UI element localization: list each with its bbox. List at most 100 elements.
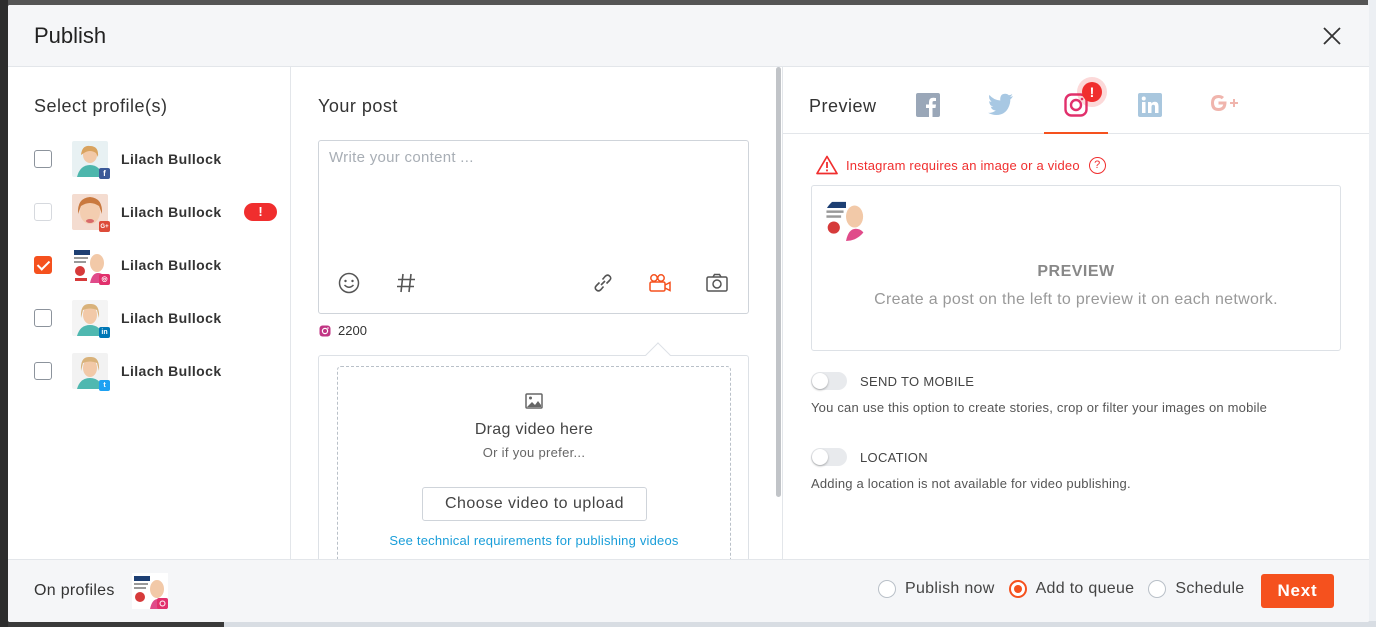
video-camera-icon bbox=[649, 274, 671, 292]
link-button[interactable] bbox=[590, 270, 616, 296]
background-app-strip bbox=[0, 0, 8, 627]
radio-button[interactable] bbox=[878, 580, 896, 598]
warning-text: Instagram requires an image or a video bbox=[846, 157, 1080, 173]
camera-icon bbox=[706, 273, 728, 292]
profile-checkbox[interactable] bbox=[34, 203, 52, 221]
profile-name: Lilach Bullock bbox=[121, 257, 222, 273]
send-to-mobile-label: SEND TO MOBILE bbox=[860, 373, 975, 389]
avatar: G+ bbox=[72, 194, 110, 232]
profiles-title: Select profile(s) bbox=[34, 96, 168, 116]
emoji-button[interactable] bbox=[336, 270, 362, 296]
linkedin-icon: in bbox=[99, 327, 110, 338]
alert-icon: ! bbox=[1082, 82, 1102, 102]
link-icon bbox=[594, 274, 612, 292]
upload-card-caret bbox=[645, 342, 671, 368]
send-to-mobile-toggle[interactable] bbox=[811, 372, 847, 390]
preview-header: Preview ! bbox=[783, 67, 1369, 134]
background-app-strip bbox=[1368, 0, 1376, 627]
send-to-mobile-row: SEND TO MOBILE bbox=[811, 372, 974, 390]
google-plus-icon: G+ bbox=[99, 221, 110, 232]
tab-twitter[interactable] bbox=[969, 87, 1033, 134]
publish-mode-options: Publish now Add to queue Schedule bbox=[878, 580, 1259, 598]
publish-now-option[interactable]: Publish now bbox=[878, 580, 995, 598]
video-upload-card: Drag video here Or if you prefer... Choo… bbox=[318, 342, 749, 576]
profile-photo bbox=[132, 573, 168, 609]
next-button[interactable]: Next bbox=[1261, 574, 1334, 608]
help-icon[interactable]: ? bbox=[1088, 156, 1106, 174]
post-panel-scrollbar[interactable] bbox=[776, 67, 781, 497]
profile-name: Lilach Bullock bbox=[121, 363, 222, 379]
profile-photo bbox=[824, 197, 868, 241]
option-label: Add to queue bbox=[1035, 580, 1135, 597]
dialog-footer: On profiles Publish now Add to queue Sch… bbox=[8, 559, 1369, 622]
profile-item-facebook[interactable]: f Lilach Bullock bbox=[34, 139, 284, 179]
close-button[interactable] bbox=[1323, 27, 1341, 45]
post-panel: Your post Write your content ... 2200 Dr… bbox=[292, 67, 774, 576]
avatar: t bbox=[72, 353, 110, 391]
choose-video-button[interactable]: Choose video to upload bbox=[422, 487, 647, 521]
profile-checkbox[interactable] bbox=[34, 309, 52, 327]
emoji-icon bbox=[338, 272, 360, 294]
send-to-mobile-description: You can use this option to create storie… bbox=[811, 400, 1268, 415]
location-label: LOCATION bbox=[860, 449, 928, 465]
profile-checkbox[interactable] bbox=[34, 256, 52, 274]
location-row: LOCATION bbox=[811, 448, 928, 466]
profile-item-linkedin[interactable]: in Lilach Bullock bbox=[34, 298, 284, 338]
radio-button[interactable] bbox=[1148, 580, 1167, 598]
profiles-panel: Select profile(s) f Lilach Bullock G+ Li… bbox=[8, 67, 291, 559]
preview-card-text: Create a post on the left to preview it … bbox=[874, 291, 1278, 308]
post-placeholder: Write your content ... bbox=[329, 149, 474, 166]
radio-button[interactable] bbox=[1008, 580, 1027, 598]
instagram-alert-badge: ! bbox=[1077, 77, 1107, 107]
profile-item-google-plus[interactable]: G+ Lilach Bullock ! bbox=[34, 192, 284, 232]
instagram-warning: Instagram requires an image or a video ? bbox=[816, 155, 1106, 175]
tab-instagram[interactable]: ! bbox=[1044, 77, 1108, 134]
dialog-header: Publish bbox=[8, 5, 1369, 67]
dropzone-title: Drag video here bbox=[474, 421, 594, 438]
preview-title: Preview bbox=[809, 96, 877, 116]
facebook-icon bbox=[916, 93, 940, 117]
video-requirements-link[interactable]: See technical requirements for publishin… bbox=[338, 533, 730, 548]
location-description: Adding a location is not available for v… bbox=[811, 476, 1131, 491]
hashtag-button[interactable] bbox=[393, 270, 419, 296]
post-content-editor[interactable]: Write your content ... bbox=[318, 140, 749, 314]
photo-button[interactable] bbox=[704, 270, 730, 296]
selected-profile-avatar bbox=[132, 573, 168, 609]
tab-linkedin[interactable] bbox=[1118, 87, 1182, 134]
add-to-queue-option[interactable]: Add to queue bbox=[1008, 580, 1135, 598]
warning-triangle-icon bbox=[816, 155, 838, 175]
tab-facebook[interactable] bbox=[896, 87, 960, 134]
post-title: Your post bbox=[318, 96, 398, 116]
video-button[interactable] bbox=[647, 270, 673, 296]
profile-name: Lilach Bullock bbox=[121, 151, 222, 167]
hashtag-icon bbox=[397, 273, 415, 293]
profile-name: Lilach Bullock bbox=[121, 310, 222, 326]
profile-item-twitter[interactable]: t Lilach Bullock bbox=[34, 351, 284, 391]
profile-warning-badge[interactable]: ! bbox=[244, 203, 277, 221]
avatar bbox=[824, 197, 868, 241]
image-icon bbox=[525, 393, 543, 409]
preview-panel: Preview ! Instagram requires an image or… bbox=[783, 67, 1369, 559]
instagram-icon: ◎ bbox=[99, 274, 110, 285]
location-toggle[interactable] bbox=[811, 448, 847, 466]
publish-dialog: Publish Select profile(s) f Lilach Bullo… bbox=[8, 5, 1369, 622]
avatar: in bbox=[72, 300, 110, 338]
option-label: Publish now bbox=[905, 580, 995, 597]
profile-checkbox[interactable] bbox=[34, 362, 52, 380]
video-dropzone[interactable]: Drag video here Or if you prefer... Choo… bbox=[337, 366, 731, 576]
instagram-icon bbox=[319, 325, 331, 336]
facebook-icon: f bbox=[99, 168, 110, 179]
on-profiles-label: On profiles bbox=[34, 582, 115, 599]
close-icon bbox=[1323, 27, 1341, 45]
tab-google-plus[interactable] bbox=[1192, 87, 1256, 134]
schedule-option[interactable]: Schedule bbox=[1148, 580, 1244, 598]
twitter-icon bbox=[988, 93, 1013, 115]
avatar: f bbox=[72, 141, 110, 179]
avatar: ◎ bbox=[72, 247, 110, 285]
dialog-title: Publish bbox=[34, 23, 107, 48]
profile-item-instagram[interactable]: ◎ Lilach Bullock bbox=[34, 245, 284, 285]
google-plus-icon bbox=[1211, 95, 1238, 111]
profile-checkbox[interactable] bbox=[34, 150, 52, 168]
profile-name: Lilach Bullock bbox=[121, 204, 222, 220]
linkedin-icon bbox=[1138, 93, 1162, 117]
